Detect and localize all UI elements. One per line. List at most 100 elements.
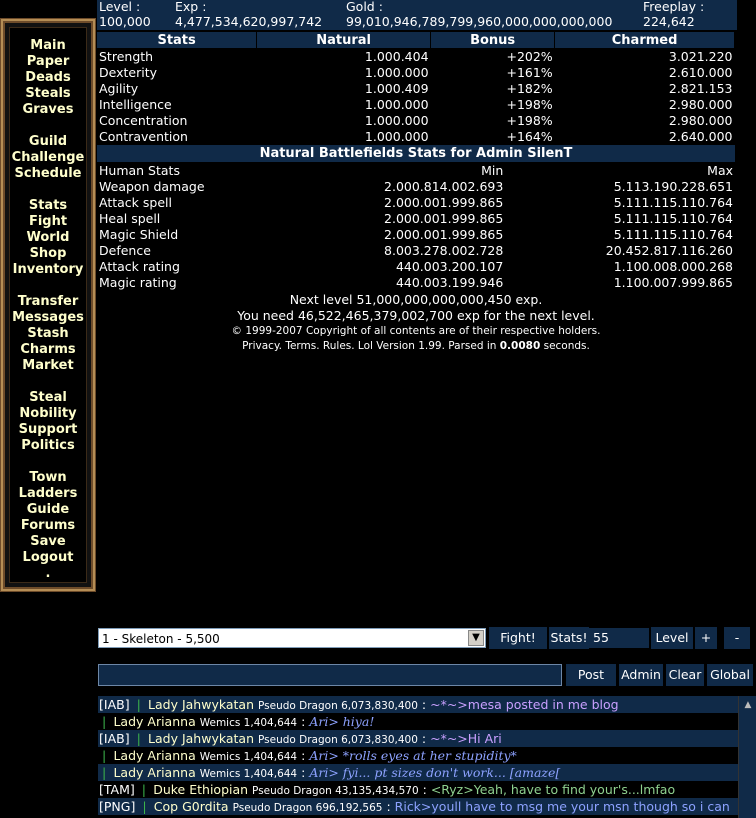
sidebar-item-steal[interactable]: Steal bbox=[10, 390, 86, 406]
chat-message: ❘ Lady Arianna Wemics 1,404,644 : Ari> *… bbox=[98, 747, 739, 764]
sidebar-item-ladders[interactable]: Ladders bbox=[10, 486, 86, 502]
player-name[interactable]: Lady Arianna bbox=[113, 714, 195, 729]
sidebar-item-stash[interactable]: Stash bbox=[10, 326, 86, 342]
fight-button[interactable]: Fight! bbox=[489, 627, 547, 649]
guild-tag[interactable]: [PNG] bbox=[99, 799, 135, 814]
guild-tag[interactable]: [IAB] bbox=[99, 731, 130, 746]
stat-bonus: +161% bbox=[506, 64, 553, 80]
chat-scrollbar[interactable]: ▲ bbox=[738, 696, 756, 818]
battle-stat-min: 2.000.001.999.865 bbox=[384, 226, 504, 242]
battle-stat-max: 20.452.817.116.260 bbox=[605, 242, 733, 258]
player-name[interactable]: Lady Jahwykatan bbox=[148, 697, 254, 712]
battle-stat-name: Attack spell bbox=[99, 194, 172, 210]
message-text: ~*~>mesa posted in me blog bbox=[430, 697, 619, 712]
sidebar-item-steals[interactable]: Steals bbox=[10, 86, 86, 102]
message-text: Ari> fyi... pt sizes don't work... [amaz… bbox=[309, 765, 561, 780]
player-name[interactable]: Lady Jahwykatan bbox=[148, 731, 254, 746]
sidebar-item-fight[interactable]: Fight bbox=[10, 214, 86, 230]
message-separator: : bbox=[421, 697, 427, 712]
battle-stat-name: Magic rating bbox=[99, 274, 177, 290]
quantity-input[interactable]: 55 bbox=[589, 628, 649, 648]
sidebar-item-shop[interactable]: Shop bbox=[10, 246, 86, 262]
col-stats: Stats bbox=[97, 32, 258, 48]
col-human-stats: Human Stats bbox=[99, 162, 180, 178]
battle-stat-name: Heal spell bbox=[99, 210, 161, 226]
sidebar-item-world[interactable]: World bbox=[10, 230, 86, 246]
sidebar-item-guide[interactable]: Guide bbox=[10, 502, 86, 518]
clear-button[interactable]: Clear bbox=[666, 664, 704, 686]
sidebar-item-main[interactable]: Main bbox=[10, 38, 86, 54]
main-content: Level : 100,000 Exp : 4,477,534,620,997,… bbox=[97, 0, 737, 354]
stats-row: Contravention 1.000.000 +164% 2.640.000 bbox=[97, 128, 735, 144]
sidebar-item-logout[interactable]: Logout bbox=[10, 550, 86, 566]
stat-natural: 1.000.000 bbox=[364, 112, 429, 128]
stats-button[interactable]: Stats! bbox=[549, 627, 589, 649]
stat-bonus: +198% bbox=[506, 112, 553, 128]
chat-input[interactable] bbox=[98, 664, 562, 686]
sidebar-item-deads[interactable]: Deads bbox=[10, 70, 86, 86]
level-minus-button[interactable]: - bbox=[724, 627, 750, 649]
battle-stats-table: Human Stats Min Max Weapon damage 2.000.8… bbox=[97, 162, 735, 290]
player-name[interactable]: Lady Arianna bbox=[113, 748, 195, 763]
stat-charmed: 2.821.153 bbox=[668, 80, 733, 96]
sidebar-item-guild[interactable]: Guild bbox=[10, 134, 86, 150]
gold-label: Gold : bbox=[346, 0, 383, 14]
sidebar-item-schedule[interactable]: Schedule bbox=[10, 166, 86, 182]
battle-stat-min: 2.000.001.999.865 bbox=[384, 194, 504, 210]
sidebar-item-support[interactable]: Support bbox=[10, 422, 86, 438]
sidebar-item-graves[interactable]: Graves bbox=[10, 102, 86, 118]
stats-row: Dexterity 1.000.000 +161% 2.610.000 bbox=[97, 64, 735, 80]
battle-row: Attack rating 440.003.200.107 1.100.008.00… bbox=[97, 258, 735, 274]
sidebar-item-town[interactable]: Town bbox=[10, 470, 86, 486]
sidebar-item-save[interactable]: Save bbox=[10, 534, 86, 550]
player-name[interactable]: Duke Ethiopian bbox=[153, 782, 248, 797]
stat-bonus: +198% bbox=[506, 96, 553, 112]
sidebar-item-messages[interactable]: Messages bbox=[10, 310, 86, 326]
battle-stat-max: 1.100.008.000.268 bbox=[613, 258, 733, 274]
sidebar-item-forums[interactable]: Forums bbox=[10, 518, 86, 534]
sidebar-item-nobility[interactable]: Nobility bbox=[10, 406, 86, 422]
stat-name: Agility bbox=[99, 80, 139, 96]
sidebar-item-politics[interactable]: Politics bbox=[10, 438, 86, 454]
chat-log[interactable]: [IAB] ❘ Lady Jahwykatan Pseudo Dragon 6,… bbox=[98, 696, 756, 818]
scroll-up-icon[interactable]: ▲ bbox=[742, 700, 754, 710]
guild-tag[interactable]: [IAB] bbox=[99, 697, 130, 712]
guild-tag[interactable]: [TAM] bbox=[99, 782, 135, 797]
stats-row: Agility 1.000.409 +182% 2.821.153 bbox=[97, 80, 735, 96]
player-class: Wemics 1,404,644 bbox=[199, 768, 298, 780]
battle-row: Attack spell 2.000.001.999.865 5.111.115.1… bbox=[97, 194, 735, 210]
stat-name: Dexterity bbox=[99, 64, 157, 80]
post-button[interactable]: Post bbox=[566, 664, 616, 686]
exp-value: 4,477,534,620,997,742 bbox=[175, 14, 323, 29]
sidebar-item-challenge[interactable]: Challenge bbox=[10, 150, 86, 166]
battle-stat-min: 440.003.199.946 bbox=[395, 274, 504, 290]
battle-stat-name: Weapon damage bbox=[99, 178, 205, 194]
player-name[interactable]: Lady Arianna bbox=[113, 765, 195, 780]
sidebar-item-paper[interactable]: Paper bbox=[10, 54, 86, 70]
chevron-down-icon[interactable]: ▼ bbox=[468, 630, 484, 646]
level-plus-button[interactable]: + bbox=[695, 627, 717, 649]
message-separator: : bbox=[301, 714, 306, 729]
sidebar-frame: Main Paper Deads Steals Graves Guild Challenge… bbox=[0, 18, 96, 592]
freeplay-label: Freeplay : bbox=[643, 0, 705, 14]
level-button[interactable]: Level bbox=[651, 627, 693, 649]
player-class: Wemics 1,404,644 bbox=[199, 717, 298, 729]
stats-row: Intelligence 1.000.000 +198% 2.980.000 bbox=[97, 96, 735, 112]
sidebar-item-market[interactable]: Market bbox=[10, 358, 86, 374]
sidebar-item-charms[interactable]: Charms bbox=[10, 342, 86, 358]
battle-stat-max: 1.100.007.999.865 bbox=[613, 274, 733, 290]
global-button[interactable]: Global bbox=[707, 664, 753, 686]
admin-button[interactable]: Admin bbox=[619, 664, 663, 686]
sidebar-item-stats[interactable]: Stats bbox=[10, 198, 86, 214]
monster-select[interactable]: 1 - Skeleton - 5,500 ▼ bbox=[98, 628, 486, 648]
sidebar-item-transfer[interactable]: Transfer bbox=[10, 294, 86, 310]
stat-name: Intelligence bbox=[99, 96, 172, 112]
col-natural: Natural bbox=[256, 32, 432, 48]
leaf-icon: ❘ bbox=[138, 782, 150, 797]
sidebar-item-dot[interactable]: . bbox=[10, 566, 86, 582]
player-name[interactable]: Cop G0rdita bbox=[154, 799, 229, 814]
leaf-icon: ❘ bbox=[99, 748, 110, 763]
message-separator: : bbox=[386, 799, 391, 814]
stats-row: Strength 1.000.404 +202% 3.021.220 bbox=[97, 48, 735, 64]
sidebar-item-inventory[interactable]: Inventory bbox=[10, 262, 86, 278]
